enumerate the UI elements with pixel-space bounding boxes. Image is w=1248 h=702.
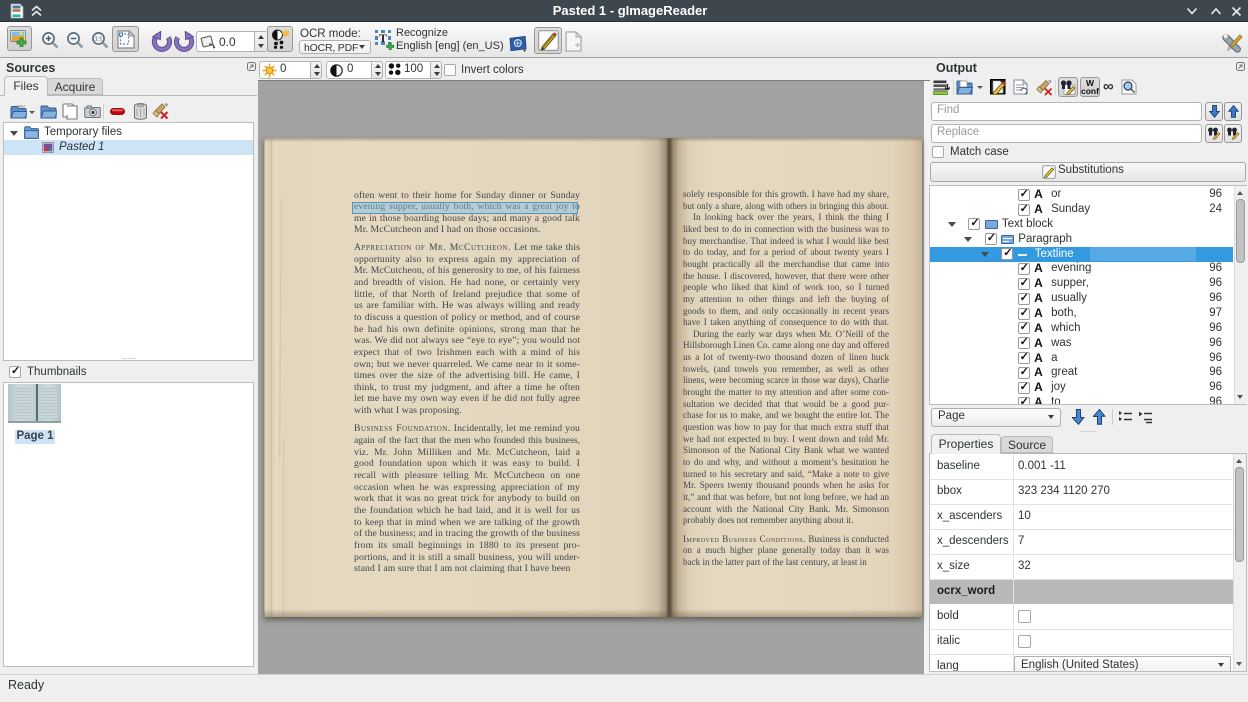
svg-text:T: T: [379, 31, 387, 45]
svg-text:1:1: 1:1: [95, 37, 103, 43]
